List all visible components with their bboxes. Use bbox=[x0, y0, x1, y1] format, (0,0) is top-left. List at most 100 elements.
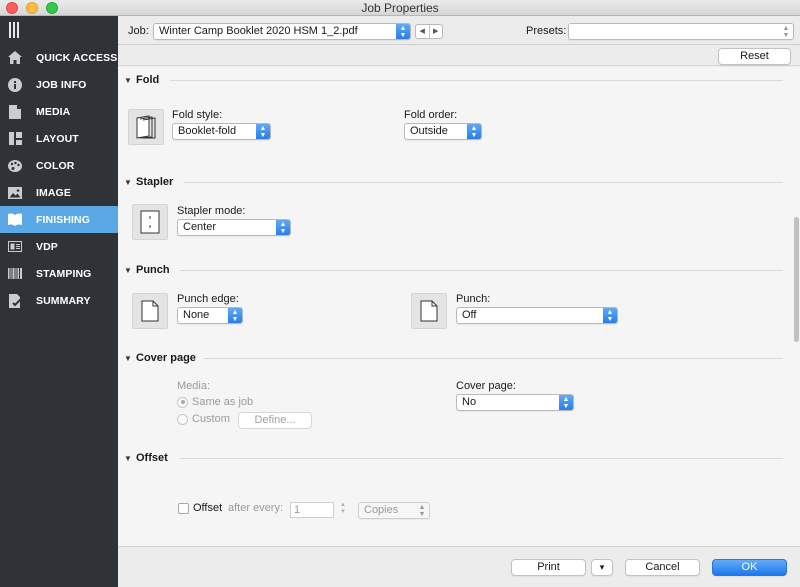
punch-select[interactable]: Off ▲ ▼ bbox=[456, 307, 618, 324]
print-button[interactable]: Print bbox=[511, 559, 586, 576]
content-area: Reset ▼ Fold Fold style: Booklet-fold ▲ ▼… bbox=[118, 46, 800, 546]
vdp-icon bbox=[8, 240, 22, 254]
fold-style-label: Fold style: bbox=[172, 109, 223, 121]
barcode-icon bbox=[8, 267, 22, 281]
cover-page-label: Cover page: bbox=[456, 380, 516, 392]
punch-value: Off bbox=[462, 309, 477, 321]
sidebar-item-image[interactable]: IMAGE bbox=[0, 179, 118, 206]
cover-section-title: Cover page bbox=[136, 352, 196, 364]
stapler-section-header[interactable]: ▼ Stapler bbox=[124, 175, 173, 189]
radio-same-as-job-label: Same as job bbox=[192, 396, 254, 408]
fold-order-label: Fold order: bbox=[404, 109, 458, 121]
chevron-updown-icon: ▲ ▼ bbox=[418, 504, 426, 518]
job-bar: Job: Winter Camp Booklet 2020 HSM 1_2.pd… bbox=[118, 16, 800, 45]
sidebar-item-label: JOB INFO bbox=[36, 78, 87, 91]
sidebar-item-job-info[interactable]: JOB INFO bbox=[0, 71, 118, 98]
ok-button[interactable]: OK bbox=[712, 559, 787, 576]
offset-section-header[interactable]: ▼ Offset bbox=[124, 451, 168, 465]
punch-section-header[interactable]: ▼ Punch bbox=[124, 263, 170, 277]
sidebar-item-media[interactable]: MEDIA bbox=[0, 98, 118, 125]
radio-dot-icon bbox=[177, 396, 188, 408]
cover-section-header[interactable]: ▼ Cover page bbox=[124, 351, 196, 365]
presets-label: Presets: bbox=[526, 25, 567, 37]
section-divider bbox=[170, 80, 783, 81]
reset-strip: Reset bbox=[118, 46, 800, 66]
sidebar-item-label: LAYOUT bbox=[36, 132, 79, 145]
cover-media-label: Media: bbox=[177, 380, 211, 392]
collapse-triangle-icon: ▼ bbox=[124, 353, 132, 363]
cover-page-select[interactable]: No ▲ ▼ bbox=[456, 394, 574, 411]
info-icon bbox=[8, 77, 22, 92]
punch-section-title: Punch bbox=[136, 264, 170, 276]
sidebar-item-vdp[interactable]: VDP bbox=[0, 233, 118, 260]
offset-unit-select[interactable]: Copies ▲ ▼ bbox=[358, 502, 430, 519]
sidebar-item-label: VDP bbox=[36, 240, 58, 253]
scrollbar-thumb[interactable] bbox=[794, 217, 799, 342]
punch-page-icon bbox=[411, 293, 447, 329]
sidebar-item-label: MEDIA bbox=[36, 105, 71, 118]
sidebar-item-finishing[interactable]: FINISHING bbox=[0, 206, 118, 233]
sidebar-item-stamping[interactable]: STAMPING bbox=[0, 260, 118, 287]
sidebar-item-color[interactable]: COLOR bbox=[0, 152, 118, 179]
stapler-mode-label: Stapler mode: bbox=[177, 205, 246, 217]
offset-count-input[interactable]: 1 bbox=[290, 502, 334, 518]
sidebar-item-label: COLOR bbox=[36, 159, 75, 172]
collapse-triangle-icon: ▼ bbox=[124, 75, 132, 85]
punch-edge-value: None bbox=[183, 309, 210, 321]
fold-section-title: Fold bbox=[136, 74, 160, 86]
radio-custom-label: Custom bbox=[192, 413, 230, 425]
palette-icon bbox=[8, 159, 22, 173]
bottom-bar: Print ▾ Cancel OK bbox=[118, 546, 800, 587]
fold-booklet-icon bbox=[128, 109, 164, 145]
stapler-mode-select[interactable]: Center ▲ ▼ bbox=[177, 219, 291, 236]
stapler-section-title: Stapler bbox=[136, 176, 174, 188]
presets-select[interactable]: ▲ ▼ bbox=[568, 23, 794, 40]
stapler-mode-value: Center bbox=[183, 221, 217, 233]
sidebar-item-summary[interactable]: SUMMARY bbox=[0, 287, 118, 314]
define-button[interactable]: Define... bbox=[238, 412, 312, 429]
layout-icon bbox=[8, 132, 22, 146]
sidebar-item-layout[interactable]: LAYOUT bbox=[0, 125, 118, 152]
book-icon bbox=[8, 213, 22, 227]
job-navigation: ◀ ▶ bbox=[415, 24, 443, 39]
fold-order-value: Outside bbox=[410, 125, 448, 137]
cover-page-value: No bbox=[462, 396, 477, 408]
offset-unit-value: Copies bbox=[364, 504, 399, 516]
collapse-triangle-icon: ▼ bbox=[124, 177, 132, 187]
sidebar-toggle-icon[interactable] bbox=[9, 22, 19, 38]
section-divider bbox=[204, 358, 783, 359]
fold-section-header[interactable]: ▼ Fold bbox=[124, 73, 159, 87]
sidebar-item-quick-access[interactable]: QUICK ACCESS bbox=[0, 44, 118, 71]
sidebar-item-label: IMAGE bbox=[36, 186, 71, 199]
job-select[interactable]: Winter Camp Booklet 2020 HSM 1_2.pdf ▲ ▼ bbox=[153, 23, 411, 40]
offset-checkbox-label: Offset bbox=[193, 502, 223, 514]
vertical-scrollbar[interactable] bbox=[793, 67, 800, 546]
punch-edge-page-icon bbox=[132, 293, 168, 329]
next-job-button[interactable]: ▶ bbox=[428, 25, 443, 38]
radio-custom[interactable]: Custom bbox=[177, 413, 230, 425]
chevron-updown-icon: ▲ ▼ bbox=[467, 124, 481, 139]
summary-icon bbox=[8, 293, 22, 308]
chevron-updown-icon: ▲ ▼ bbox=[782, 25, 790, 39]
title-bar: Job Properties bbox=[0, 0, 800, 16]
chevron-updown-icon: ▲ ▼ bbox=[276, 220, 290, 235]
radio-same-as-job[interactable]: Same as job bbox=[177, 396, 253, 408]
window-title: Job Properties bbox=[361, 1, 439, 15]
section-divider bbox=[184, 182, 783, 183]
reset-button[interactable]: Reset bbox=[718, 48, 791, 65]
collapse-triangle-icon: ▼ bbox=[124, 265, 132, 275]
fold-order-select[interactable]: Outside ▲ ▼ bbox=[404, 123, 482, 140]
punch-edge-select[interactable]: None ▲ ▼ bbox=[177, 307, 243, 324]
offset-count-stepper[interactable]: ▲ ▼ bbox=[338, 502, 348, 518]
fold-style-value: Booklet-fold bbox=[178, 125, 237, 137]
offset-after-label: after every: bbox=[228, 502, 284, 514]
section-divider bbox=[180, 458, 783, 459]
offset-checkbox[interactable] bbox=[178, 503, 189, 514]
chevron-updown-icon: ▲ ▼ bbox=[396, 24, 410, 39]
fold-style-select[interactable]: Booklet-fold ▲ ▼ bbox=[172, 123, 271, 140]
print-options-chevron-icon[interactable]: ▾ bbox=[591, 559, 613, 576]
previous-job-button[interactable]: ◀ bbox=[416, 25, 429, 38]
sidebar-item-label: STAMPING bbox=[36, 267, 92, 280]
radio-dot-icon bbox=[177, 413, 188, 425]
cancel-button[interactable]: Cancel bbox=[625, 559, 700, 576]
